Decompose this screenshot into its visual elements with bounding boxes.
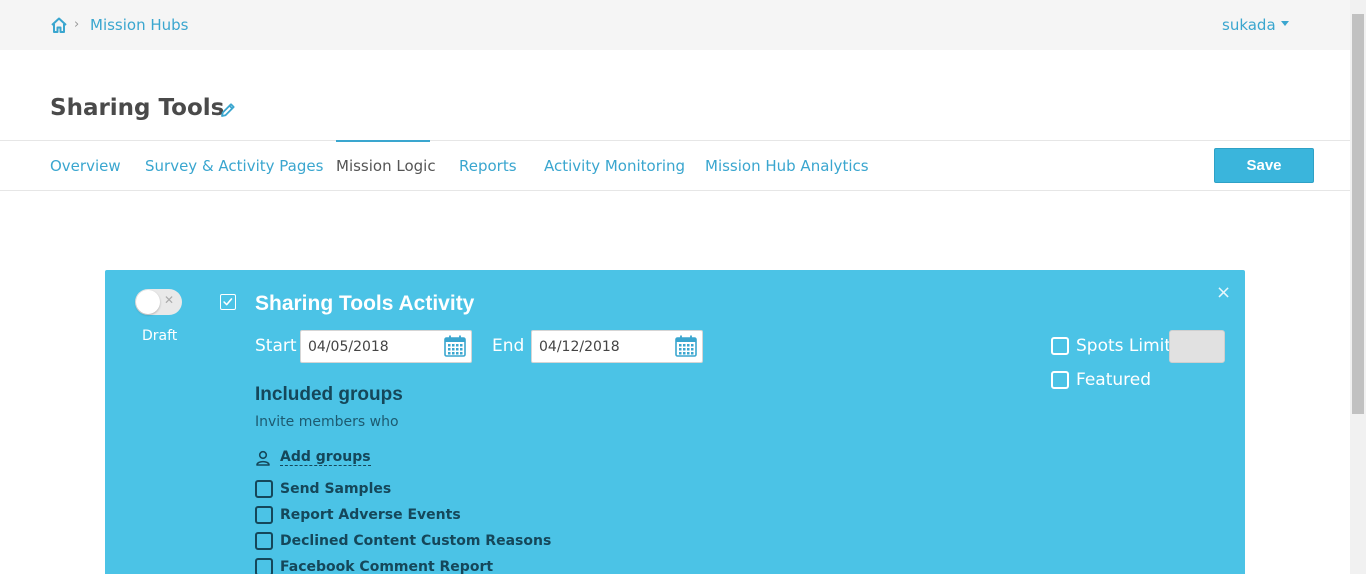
tab-mission-hub-analytics[interactable]: Mission Hub Analytics — [705, 157, 869, 175]
group-checkbox[interactable] — [255, 558, 273, 574]
caret-down-icon — [1280, 21, 1289, 26]
group-checkbox[interactable] — [255, 480, 273, 498]
tabs-top-border — [0, 140, 1350, 141]
user-name: sukada — [1222, 16, 1276, 34]
tab-reports[interactable]: Reports — [459, 157, 517, 175]
group-checkbox[interactable] — [255, 506, 273, 524]
user-menu[interactable]: sukada — [1222, 16, 1289, 34]
chevron-right-icon: › — [74, 17, 80, 32]
scrollbar-thumb[interactable] — [1352, 14, 1364, 414]
save-button[interactable]: Save — [1214, 148, 1314, 183]
draft-toggle[interactable]: ✕ — [135, 289, 182, 315]
group-label: Report Adverse Events — [280, 507, 461, 523]
tabs-bottom-border — [0, 190, 1350, 191]
tab-overview[interactable]: Overview — [50, 157, 121, 175]
toggle-knob — [136, 290, 160, 314]
pencil-icon[interactable] — [219, 101, 237, 119]
breadcrumb-mission-hubs[interactable]: Mission Hubs — [90, 16, 188, 34]
group-label: Facebook Comment Report — [280, 559, 494, 574]
spots-limit-checkbox[interactable] — [1051, 337, 1069, 355]
group-label: Send Samples — [280, 481, 392, 497]
activity-enabled-checkbox[interactable] — [220, 294, 236, 310]
tab-mission-logic[interactable]: Mission Logic — [336, 157, 436, 175]
activity-title: Sharing Tools Activity — [255, 292, 475, 315]
start-label: Start — [255, 336, 297, 356]
spots-limit-input[interactable] — [1169, 330, 1225, 363]
top-bar — [0, 0, 1350, 50]
draft-label: Draft — [142, 328, 178, 344]
close-icon[interactable]: × — [1216, 282, 1231, 303]
tab-activity-monitoring[interactable]: Activity Monitoring — [544, 157, 685, 175]
spots-limit-label: Spots Limit — [1076, 336, 1172, 356]
home-icon[interactable] — [50, 16, 68, 34]
featured-checkbox[interactable] — [1051, 371, 1069, 389]
page-title: Sharing Tools — [50, 95, 225, 121]
calendar-icon[interactable] — [674, 334, 698, 358]
user-icon — [256, 450, 270, 466]
invite-text: Invite members who — [255, 414, 399, 430]
tab-survey-activity-pages[interactable]: Survey & Activity Pages — [145, 157, 323, 175]
calendar-icon[interactable] — [443, 334, 467, 358]
group-checkbox[interactable] — [255, 532, 273, 550]
toggle-off-icon: ✕ — [164, 293, 175, 307]
featured-label: Featured — [1076, 370, 1152, 390]
active-tab-indicator — [336, 140, 430, 142]
end-label: End — [492, 336, 525, 356]
included-groups-heading: Included groups — [255, 384, 403, 405]
add-groups-link[interactable]: Add groups — [280, 449, 371, 466]
group-label: Declined Content Custom Reasons — [280, 533, 552, 549]
